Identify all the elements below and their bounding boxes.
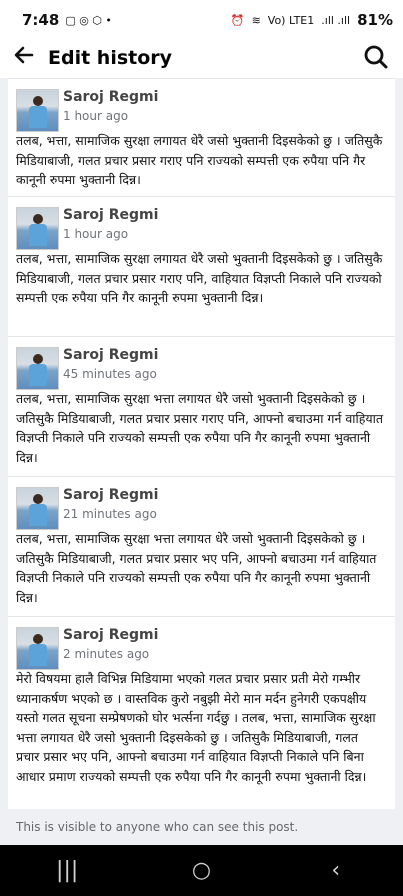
status-time: 7:48 <box>22 11 60 29</box>
signal-icon: .ıll .ıll <box>321 13 351 27</box>
notification-icon: ▢ ◎ ⬡ • <box>65 13 112 27</box>
timestamp: 21 minutes ago <box>63 507 157 521</box>
post-text: तलब, भत्ता, सामाजिक सुरक्षा भत्ता लगायत … <box>16 531 377 605</box>
post-text: मेरो विषयमा हालै विभिन्न मिडियामा भएको ग… <box>16 671 376 784</box>
timestamp: 45 minutes ago <box>63 367 157 381</box>
page-title: Edit history <box>48 47 173 69</box>
search-icon[interactable] <box>363 44 391 72</box>
alarm-icon: ⏰ <box>230 13 245 27</box>
post-text: तलब, भत्ता, सामाजिक सुरक्षा लगायत धेरै ज… <box>16 251 383 305</box>
back-arrow-icon[interactable] <box>12 43 48 73</box>
wifi-icon: ≋ <box>251 13 261 27</box>
timestamp: 1 hour ago <box>63 227 129 241</box>
author-name[interactable]: Saroj Regmi <box>63 487 158 503</box>
history-entry: Saroj Regmi 1 hour ago तलब, भत्ता, सामाज… <box>8 196 395 336</box>
avatar[interactable] <box>16 487 59 530</box>
timestamp: 2 minutes ago <box>63 647 150 661</box>
status-bar: 7:48 ▢ ◎ ⬡ • ⏰ ≋ Vo) LTE1 .ıll .ıll 81% <box>0 0 403 40</box>
author-name[interactable]: Saroj Regmi <box>63 627 158 643</box>
app-header: Edit history <box>0 40 403 76</box>
avatar[interactable] <box>16 627 59 670</box>
avatar[interactable] <box>16 347 59 390</box>
entry-header: Saroj Regmi 21 minutes ago <box>16 487 385 530</box>
author-name[interactable]: Saroj Regmi <box>63 89 158 105</box>
author-name[interactable]: Saroj Regmi <box>63 347 158 363</box>
history-entry: Saroj Regmi 21 minutes ago तलब, भत्ता, स… <box>8 476 395 616</box>
recents-icon[interactable]: ||| <box>37 858 97 883</box>
history-entry: Saroj Regmi 2 minutes ago मेरो विषयमा हा… <box>8 616 395 809</box>
timestamp: 1 hour ago <box>63 109 129 123</box>
entry-header: Saroj Regmi 1 hour ago <box>16 89 385 132</box>
network-label: Vo) LTE1 <box>267 13 315 27</box>
author-name[interactable]: Saroj Regmi <box>63 207 158 223</box>
avatar[interactable] <box>16 207 59 250</box>
history-entry: Saroj Regmi 1 hour ago तलब, भत्ता, सामाज… <box>8 78 395 196</box>
status-left: 7:48 ▢ ◎ ⬡ • <box>22 11 112 29</box>
avatar[interactable] <box>16 89 59 132</box>
home-icon[interactable]: ○ <box>171 858 231 883</box>
entry-header: Saroj Regmi 2 minutes ago <box>16 627 385 670</box>
history-entry: Saroj Regmi 45 minutes ago तलब, भत्ता, स… <box>8 336 395 476</box>
post-text: तलब, भत्ता, सामाजिक सुरक्षा भत्ता लगायत … <box>16 391 384 465</box>
status-right: ⏰ ≋ Vo) LTE1 .ıll .ıll 81% <box>231 11 393 29</box>
edit-history-list[interactable]: Saroj Regmi 1 hour ago तलब, भत्ता, सामाज… <box>0 78 403 809</box>
entry-header: Saroj Regmi 1 hour ago <box>16 207 385 250</box>
back-nav-icon[interactable]: ‹ <box>306 858 366 883</box>
visibility-note: This is visible to anyone who can see th… <box>0 809 403 845</box>
entry-header: Saroj Regmi 45 minutes ago <box>16 347 385 390</box>
post-text: तलब, भत्ता, सामाजिक सुरक्षा लगायत धेरै ज… <box>16 133 383 187</box>
system-nav-bar: ||| ○ ‹ <box>0 845 403 896</box>
battery-level: 81% <box>357 11 393 29</box>
